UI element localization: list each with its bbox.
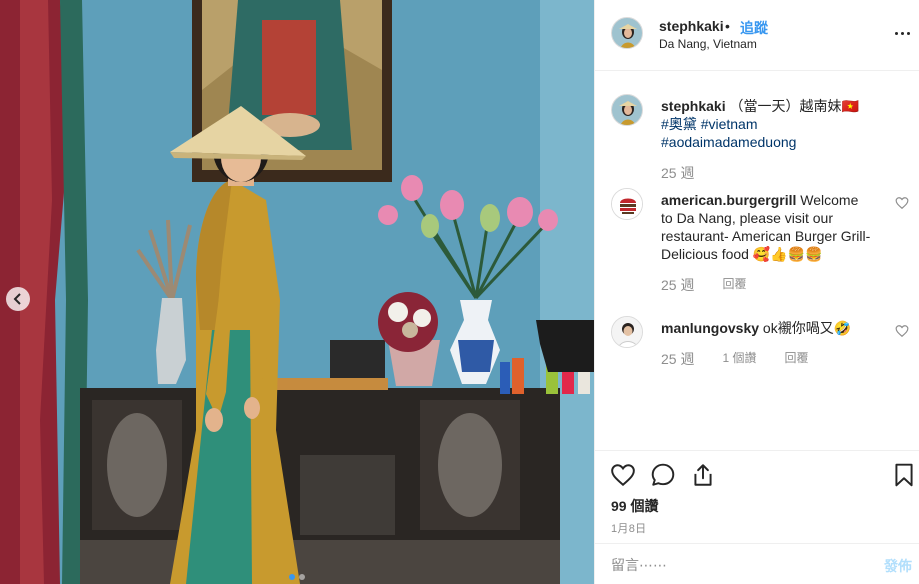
comment-icon[interactable] [650,462,676,488]
reply-button[interactable]: 回覆 [784,349,808,369]
heart-icon[interactable] [610,462,636,488]
caption: stephkaki （當一天）越南妹🇻🇳 #奧黛 #vietnam #aodai… [611,94,911,184]
avatar-image [612,317,642,347]
comment-body: ok襯你喎又🤣 [762,320,852,336]
comment-item: american.burgergrill Welcome to Da Nang,… [611,188,911,298]
photo-image [0,0,594,584]
comment-input[interactable] [611,553,851,577]
comment-form: 發佈 [595,543,919,584]
comment-avatar[interactable] [611,316,643,348]
post-photo[interactable] [0,0,594,584]
avatar-image [612,18,642,48]
follow-button[interactable]: 追蹤 [740,18,768,38]
hashtag-link[interactable]: #奧黛 [661,116,697,132]
post-side-panel: stephkaki • 追蹤 Da Nang, Vietnam stephkak… [594,0,919,584]
comment-avatar[interactable] [611,188,643,220]
share-icon[interactable] [690,462,716,488]
header-separator: • [725,18,730,34]
comment-text: american.burgergrill Welcome to Da Nang,… [661,191,873,263]
bookmark-icon[interactable] [891,462,917,488]
post-comment-button[interactable]: 發佈 [884,556,912,576]
carousel-dot-active [289,574,295,580]
comment-timestamp[interactable]: 25 週 [661,275,694,295]
hashtag-link[interactable]: #aodaimadameduong [661,134,796,150]
comment-likes-count[interactable]: 1 個讚 [722,349,756,369]
comment-username[interactable]: manlungovsky [661,320,759,336]
hashtag-link[interactable]: #vietnam [701,116,758,132]
header-username[interactable]: stephkaki [659,18,724,34]
burger-logo-icon [612,189,642,219]
caption-timestamp[interactable]: 25 週 [661,163,694,183]
comments-list: stephkaki （當一天）越南妹🇻🇳 #奧黛 #vietnam #aodai… [595,72,919,450]
carousel-prev-button[interactable] [6,287,30,311]
avatar[interactable] [611,17,643,49]
post-actions: 99 個讚 1月8日 [595,450,919,543]
like-comment-heart-icon[interactable] [895,196,909,210]
reply-button[interactable]: 回覆 [722,275,746,295]
caption-username[interactable]: stephkaki [661,98,726,114]
comment-item: manlungovsky ok襯你喎又🤣 25 週 1 個讚 回覆 [611,316,911,376]
caption-body: （當一天）越南妹 [729,98,842,114]
chevron-left-icon [13,293,21,305]
caption-avatar[interactable] [611,94,643,126]
likes-count[interactable]: 99 個讚 [611,496,658,516]
caption-meta: 25 週 [661,163,694,183]
carousel-indicator [0,574,594,580]
comment-meta: 25 週 1 個讚 回覆 [661,349,809,369]
post-header: stephkaki • 追蹤 Da Nang, Vietnam [595,0,919,71]
more-options-icon[interactable] [891,24,913,42]
avatar-image [612,95,642,125]
comment-username[interactable]: american.burgergrill [661,192,796,208]
comment-meta: 25 週 回覆 [661,275,746,295]
comment-timestamp[interactable]: 25 週 [661,349,694,369]
carousel-dot [299,574,305,580]
comment-text: manlungovsky ok襯你喎又🤣 [661,319,873,337]
like-comment-heart-icon[interactable] [895,324,909,338]
caption-text: stephkaki （當一天）越南妹🇻🇳 #奧黛 #vietnam #aodai… [661,97,873,151]
location-link[interactable]: Da Nang, Vietnam [659,37,757,51]
post-date[interactable]: 1月8日 [611,520,646,536]
vietnam-flag-icon: 🇻🇳 [841,98,859,114]
